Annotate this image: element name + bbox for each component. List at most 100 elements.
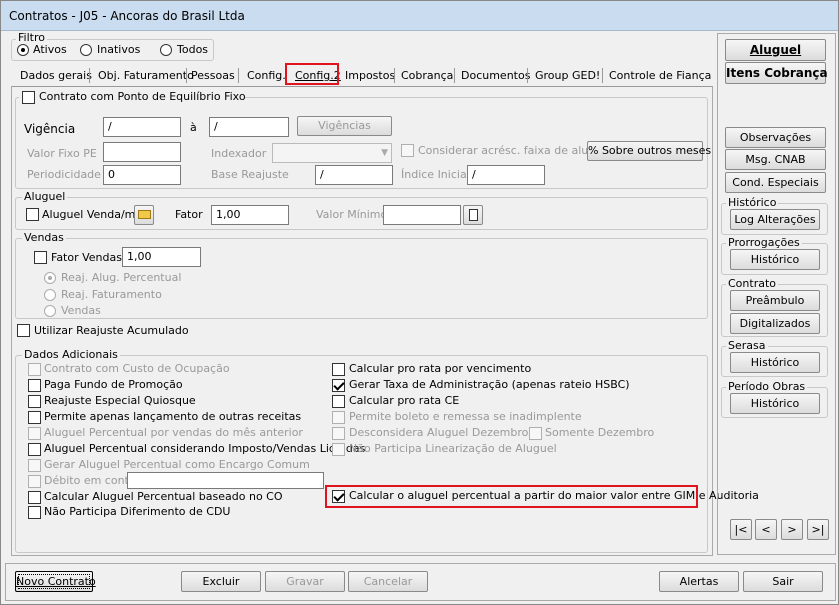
sobre-outros-meses-button[interactable]: % Sobre outros meses — [587, 141, 711, 161]
chevron-down-icon: ▼ — [381, 148, 388, 158]
vendas-group-label: Vendas — [22, 231, 66, 245]
radio-vendas[interactable] — [44, 305, 56, 317]
radio-todos-label: Todos — [177, 43, 209, 56]
dados-left-label-1: Paga Fundo de Promoção — [44, 378, 183, 391]
alertas-button[interactable]: Alertas — [659, 571, 739, 592]
vigencia-from-input[interactable]: / — [103, 117, 181, 137]
tab-pessoas[interactable]: Pessoas — [188, 65, 238, 86]
tab-group-ged[interactable]: Group GED! — [532, 65, 603, 86]
cond-especiais-button[interactable]: Cond. Especiais — [725, 172, 826, 193]
periodicidade-label: Periodicidade — [27, 168, 101, 181]
considerar-checkbox[interactable] — [401, 144, 414, 157]
debito-conta-input[interactable] — [127, 472, 324, 489]
dados-right-checkbox-1[interactable] — [332, 379, 345, 392]
dados-left-checkbox-7[interactable] — [28, 475, 41, 488]
dados-right-checkbox-4[interactable] — [332, 427, 345, 440]
valor-fixo-label: Valor Fixo PE — [27, 147, 97, 160]
document-icon — [468, 209, 478, 221]
a-label: à — [190, 121, 197, 134]
base-reajuste-label: Base Reajuste — [211, 168, 289, 181]
tab-obj-faturamento[interactable]: Obj. Faturamento — [95, 65, 197, 86]
msg-cnab-button[interactable]: Msg. CNAB — [725, 149, 826, 170]
tab-controle-fianca[interactable]: Controle de Fiança — [606, 65, 714, 86]
dados-left-checkbox-1[interactable] — [28, 379, 41, 392]
valor-fixo-input[interactable] — [103, 142, 181, 162]
tab-dados-gerais[interactable]: Dados gerais — [17, 65, 95, 86]
radio-reaj-alug[interactable] — [44, 272, 56, 284]
dados-right-checkbox-3[interactable] — [332, 411, 345, 424]
radio-inativos[interactable] — [80, 44, 92, 56]
nav-last-button[interactable]: >| — [807, 519, 829, 540]
novo-contrato-button[interactable]: Novo Contrato — [15, 571, 96, 592]
dados-right-label-0: Calcular pro rata por vencimento — [349, 362, 532, 375]
prorrogacoes-historico-button[interactable]: Histórico — [730, 249, 820, 270]
dados-left-label-5: Aluguel Percentual considerando Imposto/… — [44, 442, 366, 455]
aluguel-group-label: Aluguel — [22, 190, 68, 204]
fator-vendas-checkbox[interactable] — [34, 251, 47, 264]
cancelar-button[interactable]: Cancelar — [348, 571, 428, 592]
tab-documentos[interactable]: Documentos — [458, 65, 533, 86]
dados-left-checkbox-3[interactable] — [28, 411, 41, 424]
observacoes-button[interactable]: Observações — [725, 127, 826, 148]
indice-input[interactable]: / — [467, 165, 545, 185]
fator-input[interactable]: 1,00 — [211, 205, 289, 225]
periodicidade-input[interactable]: 0 — [103, 165, 181, 185]
serasa-historico-button[interactable]: Histórico — [730, 352, 820, 373]
radio-ativos-label: Ativos — [33, 43, 67, 56]
radio-reaj-fat[interactable] — [44, 289, 56, 301]
vigencias-button[interactable]: Vigências — [297, 116, 392, 136]
equilibrio-label: Contrato com Ponto de Equilíbrio Fixo — [39, 90, 246, 103]
dados-left-checkbox-0[interactable] — [28, 363, 41, 376]
serasa-group-label: Serasa — [726, 339, 768, 353]
nav-first-button[interactable]: |< — [730, 519, 752, 540]
aluguel-button[interactable]: Aluguel — [725, 39, 826, 61]
vigencia-to-input[interactable]: / — [209, 117, 289, 137]
considerar-label: Considerar acrésc. faixa de aluguel — [418, 144, 613, 157]
radio-todos[interactable] — [160, 44, 172, 56]
dados-left-checkbox-9[interactable] — [28, 506, 41, 519]
nav-next-button[interactable]: > — [781, 519, 803, 540]
dados-left-label-8: Calcular Aluguel Percentual baseado no C… — [44, 490, 283, 503]
itens-cobranca-button[interactable]: Itens Cobrança — [725, 62, 828, 84]
tab-config[interactable]: Config. — [244, 65, 289, 86]
dados-left-checkbox-6[interactable] — [28, 459, 41, 472]
somente-dezembro-label: Somente Dezembro — [545, 426, 655, 439]
dados-left-checkbox-8[interactable] — [28, 491, 41, 504]
dados-right-label-5: Não Participa Linearização de Aluguel — [349, 442, 557, 455]
dados-right-checkbox-2[interactable] — [332, 395, 345, 408]
base-reajuste-input[interactable]: / — [315, 165, 393, 185]
equilibrio-checkbox[interactable] — [22, 91, 35, 104]
tab-impostos[interactable]: Impostos — [342, 65, 398, 86]
prorrogacoes-group-label: Prorrogações — [726, 236, 802, 250]
indexador-label: Indexador — [211, 147, 267, 160]
reajuste-acumulado-checkbox[interactable] — [17, 324, 30, 337]
preambulo-button[interactable]: Preâmbulo — [730, 290, 820, 311]
somente-dezembro-checkbox[interactable] — [529, 427, 542, 440]
dados-left-label-7: Débito em conta — [44, 474, 136, 487]
radio-reaj-alug-label: Reaj. Alug. Percentual — [61, 271, 182, 284]
dados-left-checkbox-4[interactable] — [28, 427, 41, 440]
document-button[interactable] — [463, 205, 483, 225]
radio-inativos-label: Inativos — [97, 43, 141, 56]
dados-left-checkbox-5[interactable] — [28, 443, 41, 456]
tab-config2-highlight — [285, 63, 339, 85]
digitalizados-button[interactable]: Digitalizados — [730, 313, 820, 334]
aluguel-venda-checkbox[interactable] — [26, 208, 39, 221]
radio-ativos[interactable] — [17, 44, 29, 56]
indexador-select[interactable]: ▼ — [272, 143, 392, 163]
nav-prev-button[interactable]: < — [755, 519, 777, 540]
dados-right-checkbox-0[interactable] — [332, 363, 345, 376]
reajuste-acumulado-label: Utilizar Reajuste Acumulado — [34, 324, 189, 337]
contrato-group-label: Contrato — [726, 277, 779, 291]
log-alteracoes-button[interactable]: Log Alterações — [730, 209, 820, 230]
folder-button[interactable] — [134, 205, 154, 225]
excluir-button[interactable]: Excluir — [181, 571, 261, 592]
periodo-historico-button[interactable]: Histórico — [730, 393, 820, 414]
dados-left-checkbox-2[interactable] — [28, 395, 41, 408]
valor-minimo-input[interactable] — [383, 205, 461, 225]
dados-right-checkbox-5[interactable] — [332, 443, 345, 456]
gravar-button[interactable]: Gravar — [265, 571, 345, 592]
sair-button[interactable]: Sair — [743, 571, 823, 592]
tab-cobranca[interactable]: Cobrança — [398, 65, 456, 86]
fator-vendas-input[interactable]: 1,00 — [122, 247, 201, 267]
